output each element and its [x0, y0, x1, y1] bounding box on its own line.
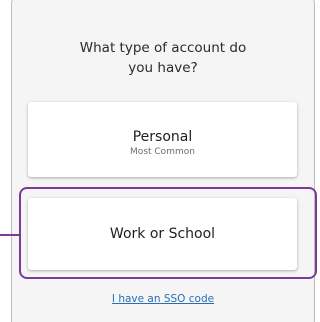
personal-option-label: Personal: [132, 129, 193, 145]
account-type-screen: What type of account do you have? Person…: [0, 0, 320, 322]
question-line-1: What type of account do: [79, 40, 247, 56]
work-or-school-account-option[interactable]: Work or School: [28, 198, 297, 270]
sso-code-link[interactable]: I have an SSO code: [11, 292, 315, 306]
personal-account-option[interactable]: Personal Most Common: [28, 102, 297, 177]
highlight-connector-line: [0, 234, 20, 236]
personal-option-sublabel: Most Common: [130, 147, 195, 157]
work-option-label: Work or School: [109, 226, 216, 242]
account-type-question: What type of account do you have?: [11, 38, 315, 78]
question-line-2: you have?: [128, 60, 198, 76]
